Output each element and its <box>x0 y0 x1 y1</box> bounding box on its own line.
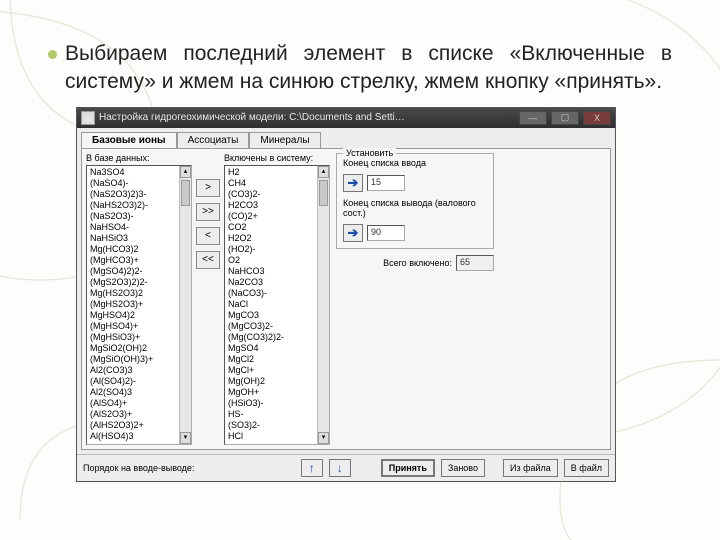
list-item[interactable]: CO2 <box>226 222 328 233</box>
list-item[interactable]: Al2(SO4)3 <box>88 387 190 398</box>
scroll-thumb[interactable] <box>319 180 328 206</box>
list-item[interactable]: (MgHCO3)+ <box>88 255 190 266</box>
scroll-down-icon[interactable]: ▾ <box>318 432 329 444</box>
list-item[interactable]: (HO2)- <box>226 244 328 255</box>
apply-input-end-button[interactable]: ➔ <box>343 174 363 192</box>
app-icon: ▦ <box>81 111 95 125</box>
list-item[interactable]: (SO3)2- <box>226 420 328 431</box>
scroll-down-icon[interactable]: ▾ <box>180 432 191 444</box>
list-item[interactable]: (MgS2O3)2)2- <box>88 277 190 288</box>
apply-output-end-button[interactable]: ➔ <box>343 224 363 242</box>
tab-minerals[interactable]: Минералы <box>249 132 320 148</box>
list-item[interactable]: HCl <box>226 431 328 442</box>
tabs: Базовые ионы Ассоциаты Минералы <box>77 128 615 148</box>
list-item[interactable]: MgSiO2(OH)2 <box>88 343 190 354</box>
scroll-thumb[interactable] <box>181 180 190 206</box>
bullet-icon <box>48 50 57 59</box>
included-listbox[interactable]: H2CH4(CO3)2-H2CO3(CO)2+CO2H2O2(HO2)-O2Na… <box>224 165 330 445</box>
close-button[interactable]: X <box>583 111 611 125</box>
list-item[interactable]: MgHSO4)2 <box>88 310 190 321</box>
list-item[interactable]: MgSO4 <box>226 343 328 354</box>
dialog-footer: Порядок на вводе-выводе: ↑ ↓ Принять Зан… <box>77 454 615 481</box>
list-item[interactable]: NaHCO3 <box>226 266 328 277</box>
scrollbar[interactable]: ▴ ▾ <box>179 166 191 444</box>
minimize-button[interactable]: — <box>519 111 547 125</box>
reset-button[interactable]: Заново <box>441 459 485 477</box>
list-item[interactable]: (NaS2O3)- <box>88 211 190 222</box>
list-item[interactable]: Na3SO4 <box>88 167 190 178</box>
list-item[interactable]: (CO)2+ <box>226 211 328 222</box>
list-item[interactable]: (NaSO4)- <box>88 178 190 189</box>
input-end-label: Конец списка ввода <box>343 158 487 168</box>
scroll-up-icon[interactable]: ▴ <box>318 166 329 178</box>
list-item[interactable]: (MgCO3)2- <box>226 321 328 332</box>
total-value: 65 <box>456 255 494 271</box>
list-item[interactable]: NaCl <box>226 299 328 310</box>
from-file-button[interactable]: Из файла <box>503 459 558 477</box>
total-label: Всего включено: <box>383 258 452 268</box>
output-end-label: Конец списка вывода (валового сост.) <box>343 198 487 218</box>
list-item[interactable]: (Mg(CO3)2)2- <box>226 332 328 343</box>
list-item[interactable]: NaHSiO3 <box>88 233 190 244</box>
remove-all-button[interactable]: << <box>196 251 220 269</box>
remove-button[interactable]: < <box>196 227 220 245</box>
set-group: Установить Конец списка ввода ➔ 15 Конец… <box>336 153 494 249</box>
list-item[interactable]: (MgSO4)2)2- <box>88 266 190 277</box>
db-list-label: В базе данных: <box>86 153 192 163</box>
list-item[interactable]: (AlHS2O3)2+ <box>88 420 190 431</box>
group-legend: Установить <box>343 148 396 158</box>
included-list-label: Включены в систему: <box>224 153 330 163</box>
list-item[interactable]: (MgHSiO3)+ <box>88 332 190 343</box>
list-item[interactable]: (MgHS2O3)+ <box>88 299 190 310</box>
move-up-button[interactable]: ↑ <box>301 459 323 477</box>
list-item[interactable]: (AlSO4)+ <box>88 398 190 409</box>
list-item[interactable]: CH4 <box>226 178 328 189</box>
list-item[interactable]: (NaCO3)- <box>226 288 328 299</box>
list-item[interactable]: Mg(HS2O3)2 <box>88 288 190 299</box>
input-end-field[interactable]: 15 <box>367 175 405 191</box>
db-listbox[interactable]: Na3SO4(NaSO4)-(NaS2O3)2)3-(NaHS2O3)2)-(N… <box>86 165 192 445</box>
add-all-button[interactable]: >> <box>196 203 220 221</box>
list-item[interactable]: MgCl2 <box>226 354 328 365</box>
list-item[interactable]: MgCl+ <box>226 365 328 376</box>
list-item[interactable]: Na2CO3 <box>226 277 328 288</box>
accept-button[interactable]: Принять <box>381 459 435 477</box>
list-item[interactable]: H2O2 <box>226 233 328 244</box>
to-file-button[interactable]: В файл <box>564 459 609 477</box>
list-item[interactable]: Al(HSO4)3 <box>88 431 190 442</box>
list-item[interactable]: MgOH+ <box>226 387 328 398</box>
list-item[interactable]: HS- <box>226 409 328 420</box>
list-item[interactable]: (CO3)2- <box>226 189 328 200</box>
list-item[interactable]: (HSiO3)- <box>226 398 328 409</box>
list-item[interactable]: Mg(HCO3)2 <box>88 244 190 255</box>
list-item[interactable]: (NaHS2O3)2)- <box>88 200 190 211</box>
maximize-button[interactable]: ▢ <box>551 111 579 125</box>
list-item[interactable]: H2 <box>226 167 328 178</box>
list-item[interactable]: (MgSiO(OH)3)+ <box>88 354 190 365</box>
output-end-field[interactable]: 90 <box>367 225 405 241</box>
scroll-up-icon[interactable]: ▴ <box>180 166 191 178</box>
list-item[interactable]: MgCO3 <box>226 310 328 321</box>
list-item[interactable]: (MgHSO4)+ <box>88 321 190 332</box>
list-item[interactable]: (NaS2O3)2)3- <box>88 189 190 200</box>
list-item[interactable]: Mg(OH)2 <box>226 376 328 387</box>
move-down-button[interactable]: ↓ <box>329 459 351 477</box>
add-button[interactable]: > <box>196 179 220 197</box>
window-title: Настройка гидрогеохимической модели: C:\… <box>99 112 515 123</box>
list-item[interactable]: (Al(SO4)2)- <box>88 376 190 387</box>
list-item[interactable]: H2CO3 <box>226 200 328 211</box>
tab-associates[interactable]: Ассоциаты <box>177 132 250 148</box>
order-label: Порядок на вводе-выводе: <box>83 463 194 473</box>
list-item[interactable]: Al2(CO3)3 <box>88 365 190 376</box>
list-item[interactable]: NaHSO4- <box>88 222 190 233</box>
scrollbar[interactable]: ▴ ▾ <box>317 166 329 444</box>
list-item[interactable]: O2 <box>226 255 328 266</box>
list-item[interactable]: (AlS2O3)+ <box>88 409 190 420</box>
dialog-window: ▦ Настройка гидрогеохимической модели: C… <box>76 107 616 482</box>
instruction-text: Выбираем последний элемент в списке «Вкл… <box>65 40 672 97</box>
tab-base-ions[interactable]: Базовые ионы <box>81 132 177 148</box>
titlebar: ▦ Настройка гидрогеохимической модели: C… <box>77 108 615 128</box>
